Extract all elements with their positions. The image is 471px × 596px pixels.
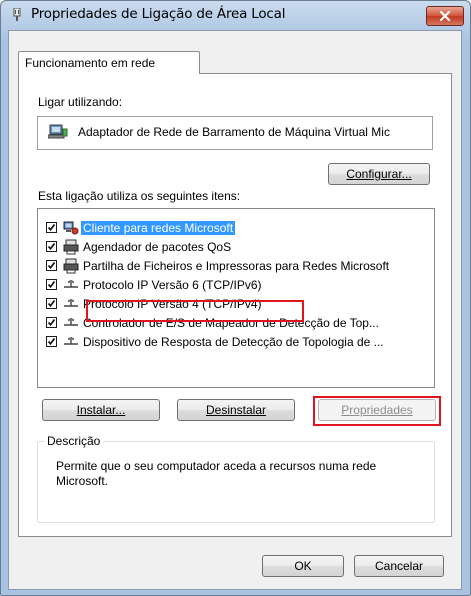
- checkmark-icon: [47, 337, 56, 346]
- adapter-name: Adaptador de Rede de Barramento de Máqui…: [78, 125, 390, 139]
- checkbox[interactable]: [46, 317, 57, 328]
- configure-button-label: Configurar...: [346, 167, 412, 181]
- connect-using-label: Ligar utilizando:: [38, 95, 123, 109]
- checkmark-icon: [47, 280, 56, 289]
- checkbox[interactable]: [46, 241, 57, 252]
- list-item[interactable]: Agendador de pacotes QoS: [38, 238, 434, 256]
- description-legend: Descrição: [44, 434, 104, 448]
- checkbox[interactable]: [46, 298, 57, 309]
- properties-button[interactable]: Propriedades: [318, 399, 436, 421]
- cancel-button-label: Cancelar: [374, 559, 424, 573]
- network-protocol-icon: [64, 280, 78, 288]
- network-protocol-icon: [64, 299, 78, 307]
- window-title: Propriedades de Ligação de Área Local: [31, 6, 286, 22]
- list-item-label: Protocolo IP Versão 4 (TCP/IPv4): [83, 297, 262, 311]
- network-connection-icon: [13, 8, 21, 21]
- checkmark-icon: [47, 261, 56, 270]
- properties-button-label: Propriedades: [341, 403, 413, 417]
- network-service-icon: [63, 258, 79, 274]
- checkmark-icon: [47, 223, 56, 232]
- ok-button-label: OK: [294, 559, 312, 573]
- network-client-icon: [63, 221, 79, 235]
- list-item-label: Cliente para redes Microsoft: [81, 221, 236, 235]
- network-protocol-icon: [64, 318, 78, 326]
- configure-button[interactable]: Configurar...: [328, 163, 430, 185]
- tab-label: Funcionamento em rede: [25, 56, 156, 70]
- adapter-display: Adaptador de Rede de Barramento de Máqui…: [37, 116, 433, 150]
- list-item[interactable]: Protocolo IP Versão 4 (TCP/IPv4): [38, 295, 434, 313]
- list-item-label: Partilha de Ficheiros e Impressoras para…: [83, 259, 390, 273]
- network-service-icon: [63, 239, 79, 255]
- list-item-label: Controlador de E/S de Mapeador de Detecç…: [83, 316, 379, 330]
- list-item[interactable]: Cliente para redes Microsoft: [38, 219, 434, 237]
- title-bar[interactable]: Propriedades de Ligação de Área Local: [1, 1, 470, 29]
- list-item[interactable]: Protocolo IP Versão 6 (TCP/IPv6): [38, 276, 434, 294]
- tab-networking[interactable]: Funcionamento em rede: [18, 51, 200, 74]
- checkbox[interactable]: [46, 279, 57, 290]
- close-icon: [439, 11, 451, 21]
- ok-button[interactable]: OK: [262, 555, 344, 577]
- install-button-label: Instalar...: [76, 403, 126, 417]
- uninstall-button[interactable]: Desinstalar: [177, 399, 295, 421]
- checkbox[interactable]: [46, 260, 57, 271]
- list-item[interactable]: Dispositivo de Resposta de Detecção de T…: [38, 333, 434, 351]
- network-protocol-icon: [64, 337, 78, 345]
- uninstall-button-label: Desinstalar: [205, 403, 267, 417]
- cancel-button[interactable]: Cancelar: [354, 555, 444, 577]
- checkmark-icon: [47, 299, 56, 308]
- list-item-label: Agendador de pacotes QoS: [83, 240, 232, 254]
- checkbox[interactable]: [46, 336, 57, 347]
- checkmark-icon: [47, 242, 56, 251]
- description-group: Descrição Permite que o seu computador a…: [37, 434, 435, 523]
- description-text: Permite que o seu computador aceda a rec…: [56, 459, 377, 488]
- list-item[interactable]: Partilha de Ficheiros e Impressoras para…: [38, 257, 434, 275]
- components-list[interactable]: Cliente para redes Microsoft Agendador d…: [37, 208, 435, 388]
- items-label: Esta ligação utiliza os seguintes itens:: [38, 189, 241, 203]
- install-button[interactable]: Instalar...: [42, 399, 160, 421]
- network-adapter-icon: [48, 124, 68, 139]
- list-item-label: Protocolo IP Versão 6 (TCP/IPv6): [83, 278, 262, 292]
- list-item[interactable]: Controlador de E/S de Mapeador de Detecç…: [38, 314, 434, 332]
- checkbox[interactable]: [46, 222, 57, 233]
- list-item-label: Dispositivo de Resposta de Detecção de T…: [83, 335, 384, 349]
- checkmark-icon: [47, 318, 56, 327]
- close-button[interactable]: [426, 6, 464, 26]
